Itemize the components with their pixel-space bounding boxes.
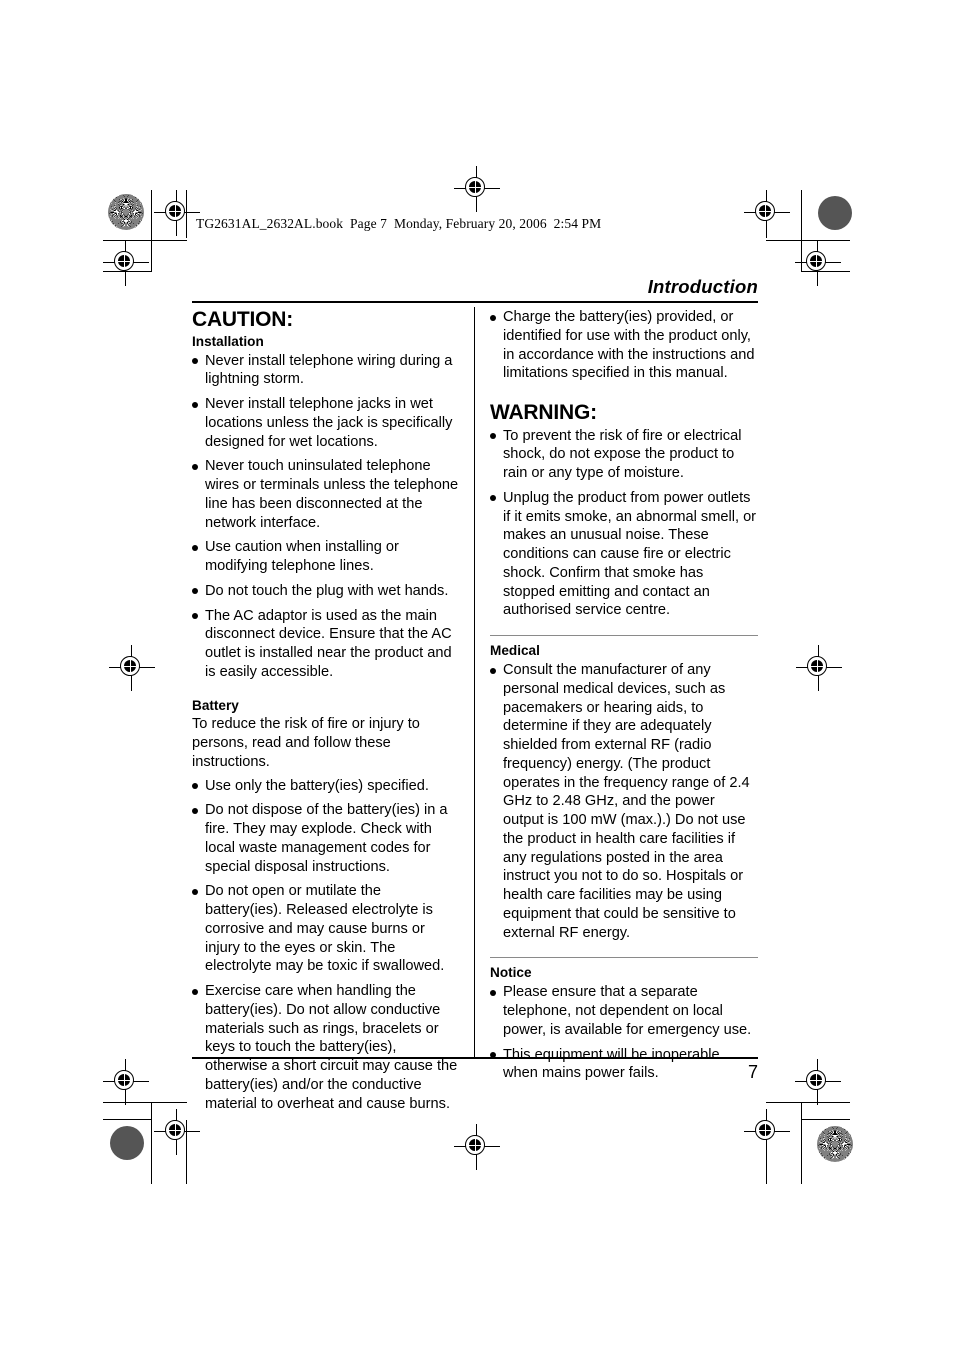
list-item-text: Never install telephone wiring during a …: [205, 352, 453, 388]
bullet-dot-icon: [490, 433, 496, 440]
bullet-dot-icon: [490, 667, 496, 674]
list-item-text: Never touch uninsulated telephone wires …: [205, 458, 459, 531]
list-item-text: Please ensure that a separate telephone,…: [503, 984, 752, 1038]
list-item: Use only the battery(ies) specified.: [192, 777, 460, 796]
list-item: The AC adaptor is used as the main disco…: [192, 607, 460, 682]
list-item: Never install telephone jacks in wet loc…: [192, 395, 460, 451]
list-item-text: Consult the manufacturer of any personal…: [503, 662, 750, 941]
registration-halftone-dot-top-left: [108, 194, 144, 230]
caution-heading: CAUTION:: [192, 308, 294, 331]
registration-crosshair-bottom-centre: [454, 1124, 500, 1170]
registration-crosshair-right-centre: [796, 645, 842, 691]
list-item-text: This equipment will be inoperable when m…: [503, 1046, 720, 1082]
bullet-dot-icon: [192, 807, 198, 814]
registration-crosshair-top-left-inner: [154, 190, 200, 236]
warning-list: To prevent the risk of fire or electrica…: [490, 427, 758, 621]
bullet-dot-icon: [192, 401, 198, 408]
crop-mark-top-right-horizontal-inner: [801, 271, 850, 273]
bullet-dot-icon: [490, 989, 496, 996]
book-file-header: TG2631AL_2632AL.book Page 7 Monday, Febr…: [196, 216, 602, 231]
list-item-text: The AC adaptor is used as the main disco…: [205, 607, 452, 680]
crop-mark-top-left-horizontal-outer: [103, 240, 187, 242]
crop-mark-bottom-right-horizontal-inner: [801, 1119, 850, 1121]
notice-list: Please ensure that a separate telephone,…: [490, 983, 758, 1083]
list-item: Unplug the product from power outlets if…: [490, 489, 758, 620]
installation-heading: Installation: [192, 333, 264, 349]
list-item-text: To prevent the risk of fire or electrica…: [503, 427, 742, 482]
registration-crosshair-left-centre: [109, 645, 155, 691]
crop-mark-top-right-vertical-outer: [801, 190, 803, 272]
page-running-head: Introduction: [647, 276, 758, 297]
footer-rule: [192, 1057, 758, 1059]
list-item-text: Do not touch the plug with wet hands.: [205, 582, 449, 599]
list-item-text: Do not dispose of the battery(ies) in a …: [205, 802, 448, 875]
crop-mark-top-left-vertical-inner: [186, 190, 188, 238]
list-item-text: Use only the battery(ies) specified.: [205, 777, 429, 794]
list-item: Please ensure that a separate telephone,…: [490, 983, 758, 1039]
list-item: Do not open or mutilate the battery(ies)…: [192, 882, 460, 976]
registration-solid-dot-top-right: [818, 196, 852, 230]
registration-solid-dot-bottom-left: [110, 1126, 144, 1160]
crop-mark-bottom-left-horizontal-outer: [103, 1102, 187, 1104]
crop-mark-top-right-vertical-inner: [766, 190, 768, 238]
battery-continued-list: Charge the battery(ies) provided, or ide…: [490, 308, 758, 383]
crop-mark-top-left-vertical-outer: [151, 190, 153, 272]
list-item-text: Never install telephone jacks in wet loc…: [205, 396, 453, 450]
crop-mark-top-right-horizontal-outer: [766, 240, 850, 242]
bullet-dot-icon: [192, 613, 198, 619]
crop-mark-bottom-right-vertical-outer: [801, 1102, 803, 1184]
battery-list: Use only the battery(ies) specified. Do …: [192, 777, 460, 1114]
registration-crosshair-top-centre: [454, 166, 500, 212]
list-item: Charge the battery(ies) provided, or ide…: [490, 308, 758, 383]
list-item: To prevent the risk of fire or electrica…: [490, 427, 758, 483]
bullet-dot-icon: [192, 463, 198, 470]
list-item: Do not dispose of the battery(ies) in a …: [192, 801, 460, 876]
crop-mark-bottom-right-vertical-inner: [766, 1120, 768, 1184]
list-item-text: Do not open or mutilate the battery(ies)…: [205, 883, 445, 975]
crop-mark-bottom-right-horizontal-outer: [766, 1102, 850, 1104]
medical-list: Consult the manufacturer of any personal…: [490, 661, 758, 942]
list-item-text: Unplug the product from power outlets if…: [503, 489, 757, 619]
list-item: This equipment will be inoperable when m…: [490, 1046, 758, 1084]
list-item-text: Charge the battery(ies) provided, or ide…: [503, 309, 755, 382]
bullet-dot-icon: [192, 358, 198, 364]
list-item-text: Use caution when installing or modifying…: [205, 539, 399, 574]
registration-crosshair-top-left-outer: [103, 240, 149, 286]
crop-mark-bottom-left-vertical-outer: [151, 1102, 153, 1184]
registration-crosshair-bottom-right-outer: [795, 1059, 841, 1105]
medical-heading: Medical: [490, 643, 540, 659]
bullet-dot-icon: [192, 888, 198, 895]
battery-lead-paragraph: To reduce the risk of fire or injury to …: [192, 716, 420, 770]
registration-crosshair-bottom-left-inner: [154, 1109, 200, 1155]
right-column: Charge the battery(ies) provided, or ide…: [490, 308, 758, 1083]
list-item-text: Exercise care when handling the battery(…: [205, 983, 458, 1112]
warning-heading: WARNING:: [490, 401, 597, 424]
bullet-dot-icon: [192, 988, 198, 995]
header-rule: [192, 301, 758, 303]
bullet-dot-icon: [490, 495, 496, 502]
registration-crosshair-bottom-left-outer: [103, 1059, 149, 1105]
list-item: Consult the manufacturer of any personal…: [490, 661, 758, 942]
list-item: Do not touch the plug with wet hands.: [192, 582, 460, 601]
notice-section-divider: [490, 957, 758, 959]
registration-halftone-dot-bottom-right: [817, 1126, 853, 1162]
crop-mark-bottom-left-vertical-inner: [186, 1120, 188, 1184]
list-item: Never touch uninsulated telephone wires …: [192, 457, 460, 532]
crop-mark-top-left-horizontal-inner: [103, 271, 152, 273]
bullet-dot-icon: [192, 783, 198, 790]
battery-heading: Battery: [192, 697, 239, 713]
page-number: 7: [747, 1062, 758, 1082]
bullet-dot-icon: [192, 544, 198, 551]
notice-heading: Notice: [490, 965, 532, 981]
installation-list: Never install telephone wiring during a …: [192, 352, 460, 682]
list-item: Use caution when installing or modifying…: [192, 538, 460, 576]
crop-mark-bottom-left-horizontal-inner: [103, 1119, 152, 1121]
column-divider-rule: [474, 307, 476, 1057]
bullet-dot-icon: [490, 314, 496, 321]
list-item: Never install telephone wiring during a …: [192, 352, 460, 390]
bullet-dot-icon: [192, 588, 198, 595]
list-item: Exercise care when handling the battery(…: [192, 982, 460, 1113]
medical-section-divider: [490, 635, 758, 637]
left-column: CAUTION: Installation Never install tele…: [192, 308, 460, 1113]
